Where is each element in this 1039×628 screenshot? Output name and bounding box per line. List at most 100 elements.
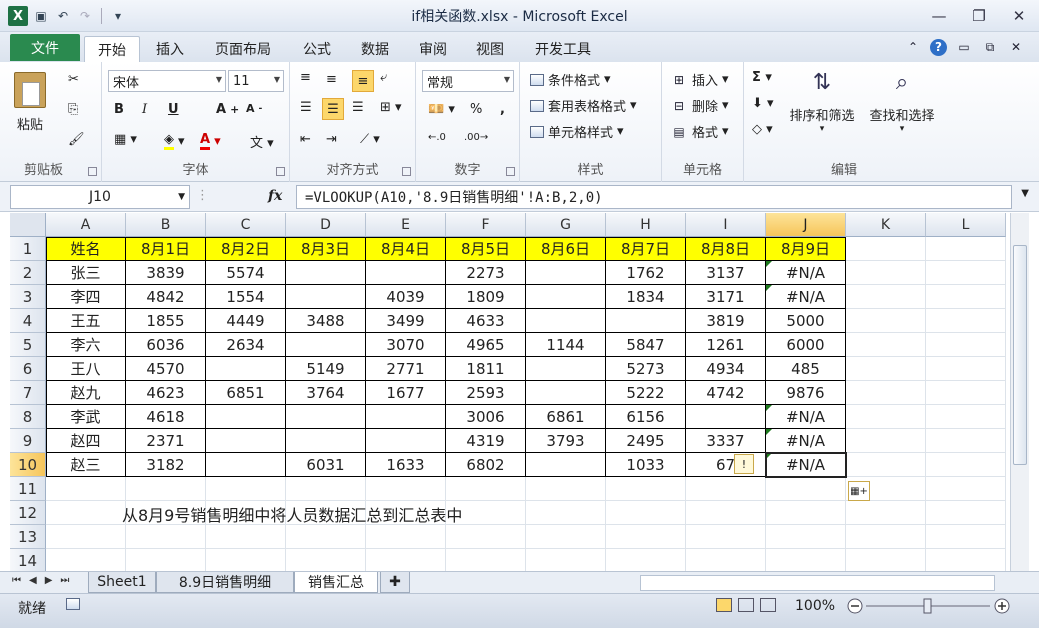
table-cell[interactable]	[526, 453, 606, 477]
font-color-icon[interactable]: A ▾	[200, 132, 221, 150]
table-cell[interactable]: 6802	[446, 453, 526, 477]
copy-icon[interactable]: ⎘	[68, 102, 78, 117]
row-header-4[interactable]: 4	[10, 309, 46, 333]
table-header-cell[interactable]: 8月1日	[126, 237, 206, 261]
grid-cell[interactable]	[206, 549, 286, 573]
table-cell[interactable]: 4449	[206, 309, 286, 333]
autosum-icon[interactable]: Σ ▾	[752, 70, 772, 85]
grid-cell[interactable]	[206, 525, 286, 549]
table-cell[interactable]: 1677	[366, 381, 446, 405]
grid-cell[interactable]	[46, 477, 126, 501]
horizontal-scrollbar[interactable]	[640, 575, 995, 591]
table-cell[interactable]: 5847	[606, 333, 686, 357]
number-launcher-icon[interactable]	[506, 167, 515, 176]
grid-cell[interactable]	[846, 549, 926, 573]
grid-cell[interactable]	[926, 285, 1006, 309]
grid-cell[interactable]	[926, 525, 1006, 549]
vertical-scroll-thumb[interactable]	[1013, 245, 1027, 465]
table-cell[interactable]: 1762	[606, 261, 686, 285]
row-header-7[interactable]: 7	[10, 381, 46, 405]
table-cell[interactable]: 6031	[286, 453, 366, 477]
grid-cell[interactable]	[126, 525, 206, 549]
grid-cell[interactable]	[606, 525, 686, 549]
table-cell[interactable]	[366, 405, 446, 429]
last-sheet-icon[interactable]: ⏭	[60, 575, 69, 586]
percent-icon[interactable]: %	[470, 102, 482, 117]
table-cell[interactable]: 1811	[446, 357, 526, 381]
table-cell[interactable]	[366, 261, 446, 285]
table-header-cell[interactable]: 8月4日	[366, 237, 446, 261]
paste-options-icon[interactable]: ▦+	[848, 481, 870, 501]
grid-cell[interactable]	[926, 549, 1006, 573]
grid-cell[interactable]	[686, 501, 766, 525]
zoom-level[interactable]: 100%	[795, 598, 835, 614]
grid-cell[interactable]	[206, 477, 286, 501]
column-header-l[interactable]: L	[926, 213, 1006, 237]
table-header-cell[interactable]: 8月3日	[286, 237, 366, 261]
vertical-scrollbar[interactable]	[1010, 213, 1029, 571]
number-format-select[interactable]: 常规 ▼	[422, 70, 514, 92]
table-header-cell[interactable]: 8月2日	[206, 237, 286, 261]
tab-file[interactable]: 文件	[10, 34, 80, 61]
table-cell[interactable]: 485	[766, 357, 846, 381]
table-header-cell[interactable]: 8月8日	[686, 237, 766, 261]
grid-cell[interactable]	[926, 477, 1006, 501]
table-cell[interactable]	[206, 429, 286, 453]
grid-cell[interactable]	[686, 525, 766, 549]
grid-cell[interactable]	[926, 237, 1006, 261]
grid-cell[interactable]	[766, 549, 846, 573]
tab-formulas[interactable]: 公式	[292, 36, 342, 62]
grid-cell[interactable]	[846, 453, 926, 477]
table-cell[interactable]: 9876	[766, 381, 846, 405]
formula-input[interactable]: =VLOOKUP(A10,'8.9日销售明细'!A:B,2,0)	[296, 185, 1012, 209]
find-select-button[interactable]: ⌕ 查找和选择 ▾	[864, 70, 940, 134]
table-cell[interactable]: 5574	[206, 261, 286, 285]
decrease-indent-icon[interactable]: ⇤	[300, 132, 311, 147]
table-cell[interactable]: 3839	[126, 261, 206, 285]
column-header-j[interactable]: J	[766, 213, 846, 237]
table-cell[interactable]: 6156	[606, 405, 686, 429]
table-cell[interactable]: 5222	[606, 381, 686, 405]
column-header-e[interactable]: E	[366, 213, 446, 237]
grid-cell[interactable]	[446, 477, 526, 501]
table-cell[interactable]	[366, 429, 446, 453]
tab-insert[interactable]: 插入	[145, 36, 195, 62]
row-header-10[interactable]: 10	[10, 453, 46, 477]
grid-cell[interactable]	[366, 525, 446, 549]
conditional-format-button[interactable]: 条件格式 ▾	[530, 70, 611, 89]
row-header-1[interactable]: 1	[10, 237, 46, 261]
macro-record-icon[interactable]	[66, 598, 80, 610]
grid-cell[interactable]	[366, 549, 446, 573]
currency-icon[interactable]: 💴 ▾	[428, 102, 455, 117]
table-cell[interactable]	[526, 357, 606, 381]
name-cell[interactable]: 王五	[46, 309, 126, 333]
grid-cell[interactable]	[846, 333, 926, 357]
grid-cell[interactable]	[446, 525, 526, 549]
align-right-icon[interactable]: ☰	[352, 100, 364, 115]
fill-color-icon[interactable]: ◈ ▾	[164, 132, 185, 150]
name-cell[interactable]: 王八	[46, 357, 126, 381]
table-cell[interactable]: 4623	[126, 381, 206, 405]
grid-cell[interactable]	[46, 525, 126, 549]
insert-sheet-icon[interactable]: ✚	[380, 572, 410, 593]
grid-cell[interactable]	[926, 309, 1006, 333]
comma-style-icon[interactable]: ,	[500, 102, 505, 117]
table-cell[interactable]: 2593	[446, 381, 526, 405]
grid-cell[interactable]	[846, 357, 926, 381]
font-name-select[interactable]: 宋体 ▼	[108, 70, 226, 92]
grid-cell[interactable]	[286, 525, 366, 549]
fill-icon[interactable]: ⬇ ▾	[752, 96, 774, 111]
column-header-d[interactable]: D	[286, 213, 366, 237]
table-header-cell[interactable]: 8月7日	[606, 237, 686, 261]
grid-cell[interactable]	[526, 525, 606, 549]
page-break-view-icon[interactable]	[760, 598, 776, 612]
column-header-f[interactable]: F	[446, 213, 526, 237]
table-cell[interactable]: 4742	[686, 381, 766, 405]
table-cell[interactable]: 1809	[446, 285, 526, 309]
grid-cell[interactable]	[926, 501, 1006, 525]
column-header-a[interactable]: A	[46, 213, 126, 237]
restore-button[interactable]: ❐	[959, 0, 999, 32]
table-cell[interactable]	[206, 405, 286, 429]
grid-cell[interactable]	[846, 381, 926, 405]
grid-cell[interactable]	[846, 501, 926, 525]
